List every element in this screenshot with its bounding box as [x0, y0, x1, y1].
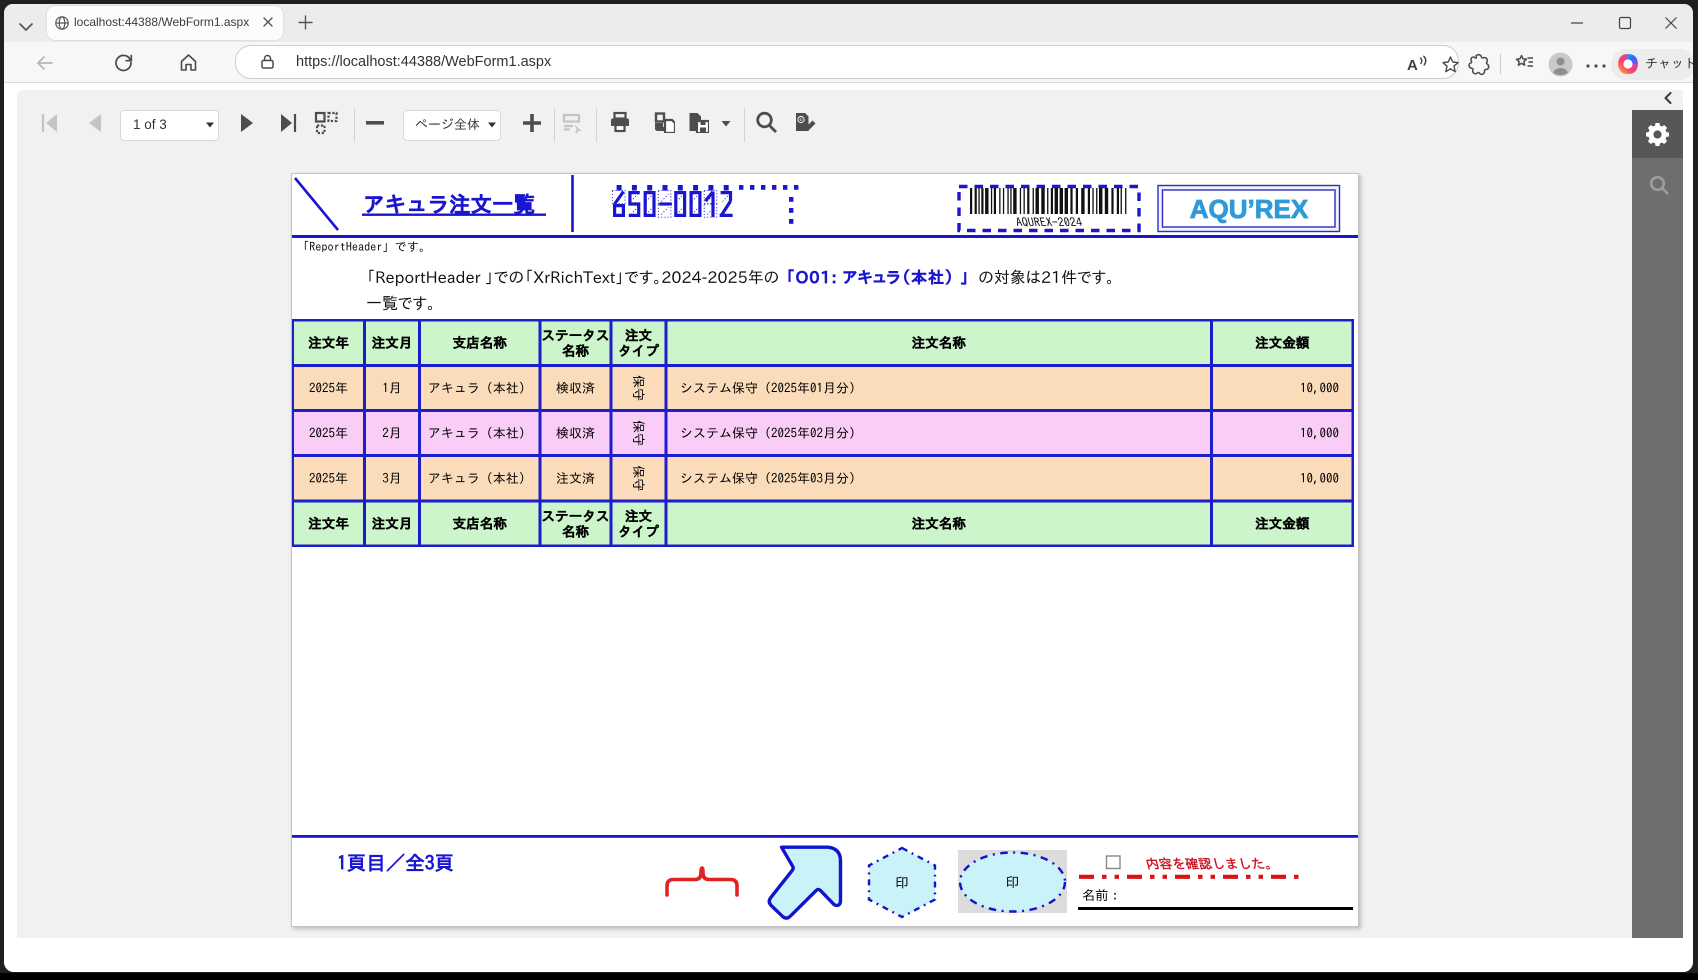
- svg-text:AQU’REX: AQU’REX: [1190, 194, 1309, 224]
- svg-text:A: A: [1407, 57, 1418, 74]
